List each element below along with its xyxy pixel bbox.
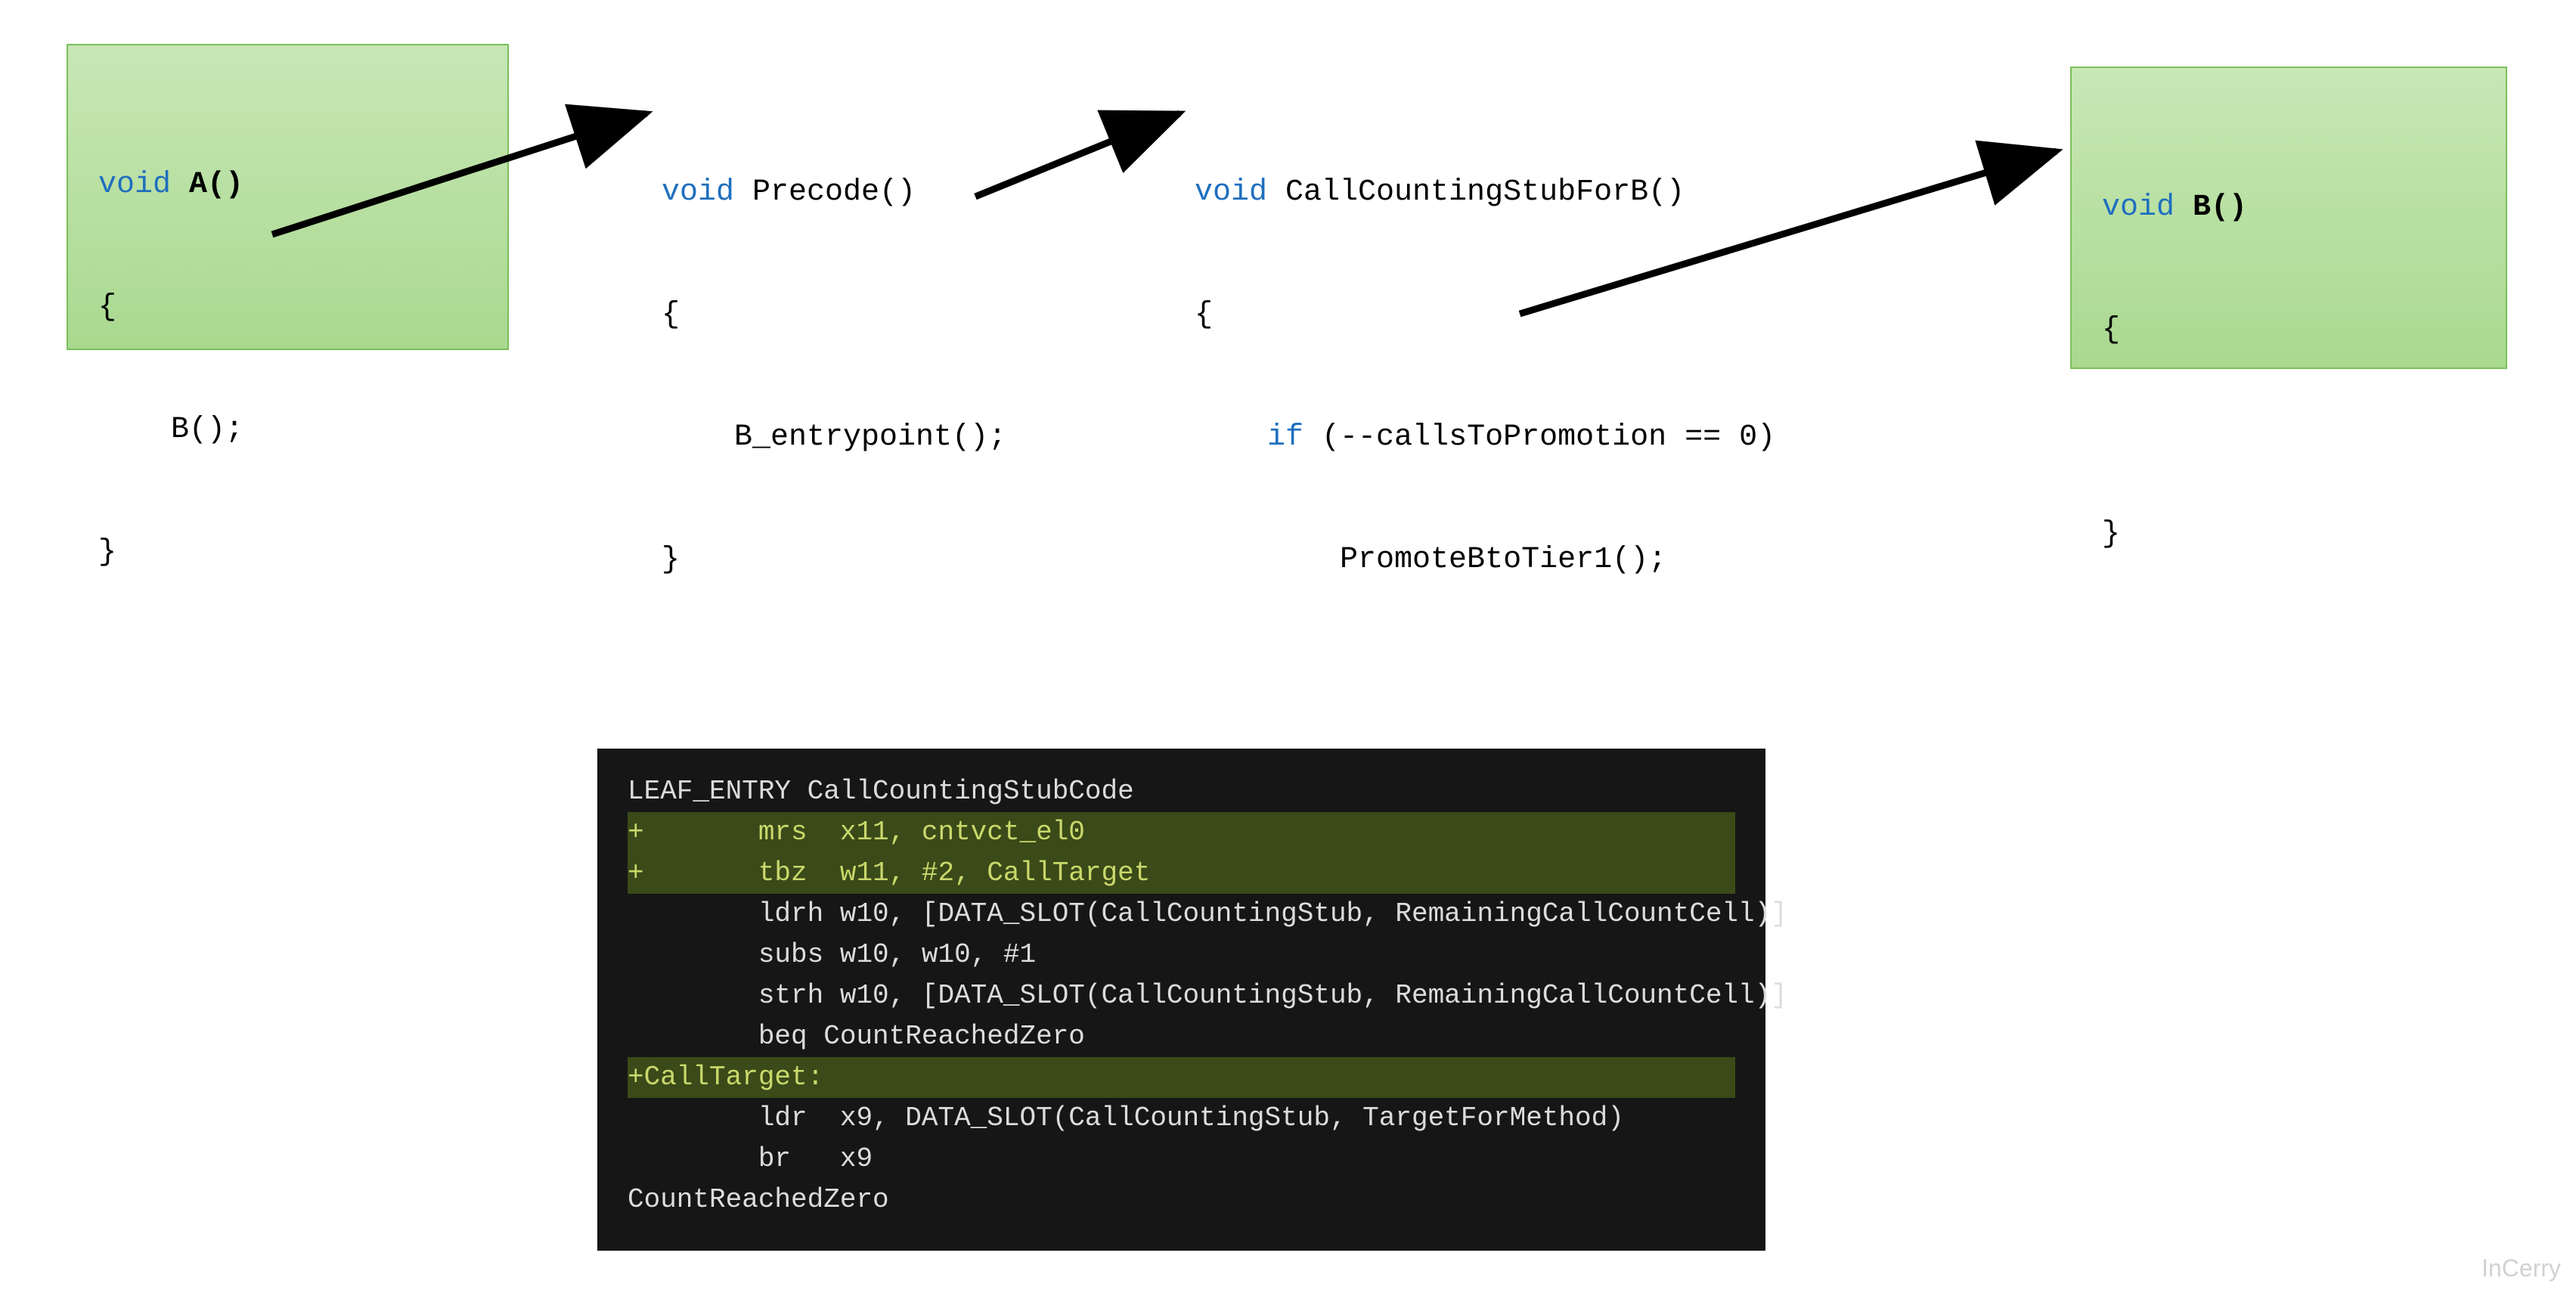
box-method-a: void A() { B(); }	[67, 44, 509, 350]
brace-close: }	[662, 540, 1006, 581]
asm-line: subs w10, w10, #1	[628, 939, 1036, 970]
promote-line: PromoteBtoTier1();	[1195, 540, 1775, 581]
call-entrypoint: B_entrypoint();	[662, 417, 1006, 458]
asm-line-added: + tbz w11, #2, CallTarget	[628, 853, 1735, 894]
asm-line: ldr x9, DATA_SLOT(CallCountingStub, Targ…	[628, 1102, 1624, 1133]
asm-line: CountReachedZero	[628, 1184, 889, 1215]
brace-open: {	[98, 287, 477, 328]
fn-name-precode: Precode()	[734, 175, 916, 209]
code-method-b: void B() { }	[2102, 106, 2475, 637]
keyword-void: void	[1195, 175, 1267, 209]
asm-line: strh w10, [DATA_SLOT(CallCountingStub, R…	[628, 980, 1787, 1011]
watermark: InCerry	[2481, 1254, 2561, 1282]
asm-line: beq CountReachedZero	[628, 1021, 1085, 1052]
box-method-b: void B() { }	[2070, 67, 2507, 369]
asm-label-added: +CallTarget:	[628, 1057, 1735, 1098]
if-cond: (--callsToPromotion == 0)	[1303, 420, 1775, 454]
keyword-if: if	[1267, 420, 1303, 454]
keyword-void: void	[98, 168, 171, 202]
keyword-void: void	[2102, 191, 2175, 225]
brace-close: }	[2102, 514, 2475, 555]
asm-header: LEAF_ENTRY CallCountingStubCode	[628, 776, 1134, 807]
fn-name-a: A()	[171, 168, 243, 202]
brace-open: {	[662, 295, 1006, 336]
fn-name-stub: CallCountingStubForB()	[1267, 175, 1685, 209]
asm-line: br x9	[628, 1143, 873, 1174]
brace-close: }	[98, 532, 477, 573]
code-method-a: void A() { B(); }	[98, 83, 477, 655]
asm-line: ldrh w10, [DATA_SLOT(CallCountingStub, R…	[628, 898, 1787, 929]
indent	[1195, 420, 1267, 454]
code-precode: void Precode() { B_entrypoint(); }	[662, 91, 1006, 622]
keyword-void: void	[662, 175, 734, 209]
brace-open: {	[1195, 295, 1775, 336]
fn-name-b: B()	[2175, 191, 2247, 225]
brace-open: {	[2102, 310, 2475, 351]
assembly-block: LEAF_ENTRY CallCountingStubCode + mrs x1…	[597, 749, 1765, 1251]
asm-line-added: + mrs x11, cntvct_el0	[628, 812, 1735, 853]
call-b-line: B();	[98, 410, 477, 451]
